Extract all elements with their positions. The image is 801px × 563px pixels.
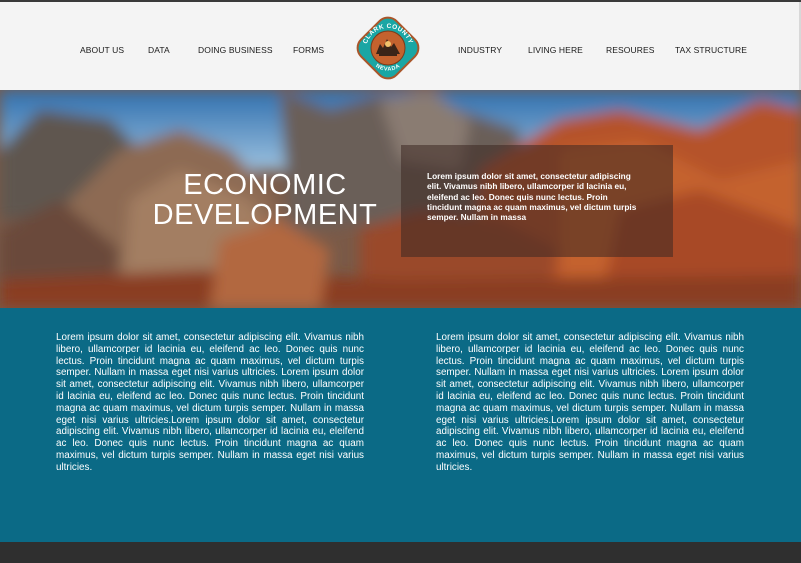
content-section: Lorem ipsum dolor sit amet, consectetur …: [0, 308, 801, 542]
nav-data[interactable]: DATA: [148, 45, 170, 55]
site-header: ABOUT US DATA DOING BUSINESS FORMS CLARK…: [0, 2, 801, 90]
nav-doing-business[interactable]: DOING BUSINESS: [198, 45, 273, 55]
nav-about-us[interactable]: ABOUT US: [80, 45, 124, 55]
county-seal-icon: CLARK COUNTY NEVADA: [356, 16, 420, 80]
nav-resources[interactable]: RESOURES: [606, 45, 655, 55]
site-footer: [0, 542, 801, 563]
page-title-line1: ECONOMIC: [183, 169, 347, 201]
content-column-left: Lorem ipsum dolor sit amet, consectetur …: [56, 332, 364, 473]
nav-forms[interactable]: FORMS: [293, 45, 324, 55]
page-title-line2: DEVELOPMENT: [152, 199, 378, 231]
page-title: ECONOMIC DEVELOPMENT: [140, 170, 390, 230]
clark-county-logo[interactable]: CLARK COUNTY NEVADA: [354, 14, 422, 82]
content-column-right: Lorem ipsum dolor sit amet, consectetur …: [436, 332, 744, 473]
hero-box-text: Lorem ipsum dolor sit amet, consectetur …: [427, 171, 637, 223]
nav-industry[interactable]: INDUSTRY: [458, 45, 502, 55]
nav-tax-structure[interactable]: TAX STRUCTURE: [675, 45, 747, 55]
nav-living-here[interactable]: LIVING HERE: [528, 45, 583, 55]
hero-banner: ECONOMIC DEVELOPMENT Lorem ipsum dolor s…: [0, 90, 801, 308]
hero-text-box: Lorem ipsum dolor sit amet, consectetur …: [401, 145, 673, 257]
